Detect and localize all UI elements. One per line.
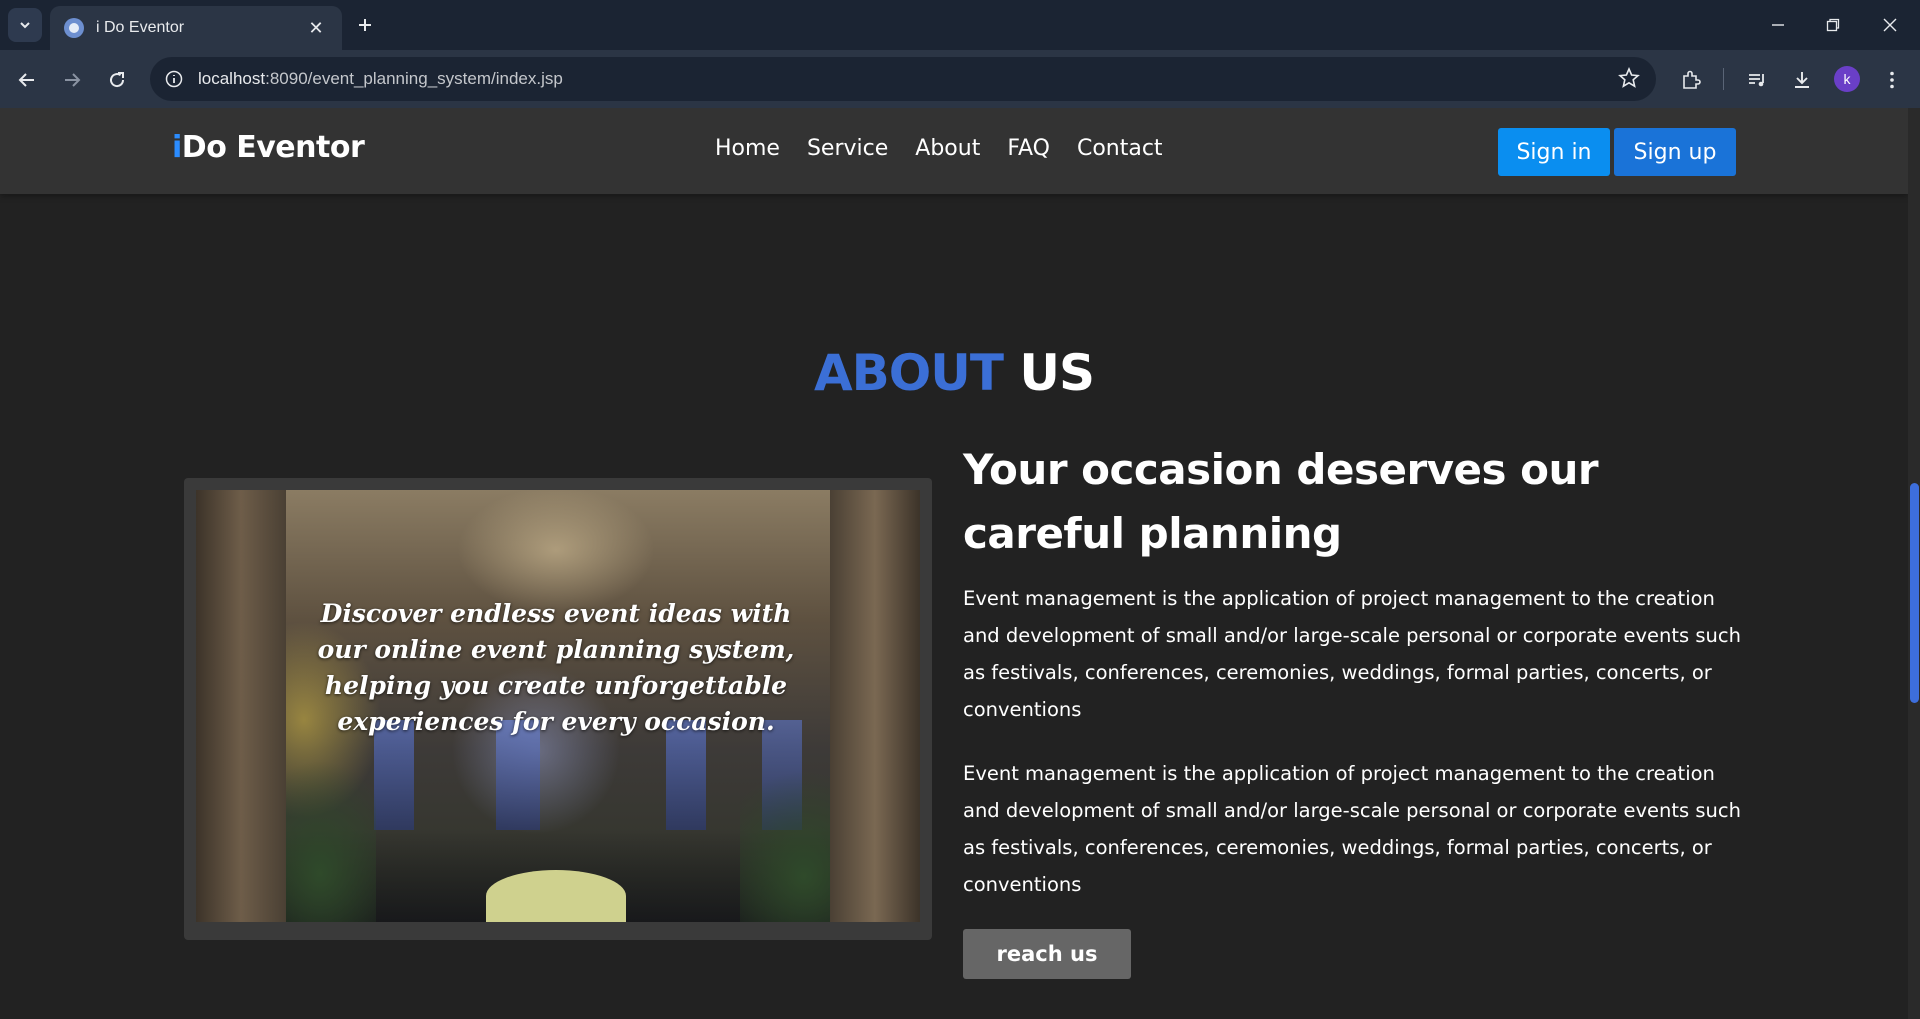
- tab-title: i Do Eventor: [96, 19, 185, 36]
- more-menu-icon[interactable]: [1878, 66, 1906, 94]
- site-header: iDo Eventor Home Service About FAQ Conta…: [0, 108, 1908, 194]
- tab-search-button[interactable]: [8, 8, 42, 42]
- about-heading-rest: US: [1019, 344, 1095, 402]
- nav-link-contact[interactable]: Contact: [1077, 136, 1163, 161]
- forward-button[interactable]: [57, 65, 87, 95]
- close-window-button[interactable]: [1870, 10, 1910, 40]
- sign-up-button[interactable]: Sign up: [1614, 128, 1736, 176]
- about-heading: ABOUT US: [0, 344, 1908, 402]
- url-host: localhost: [198, 69, 266, 88]
- browser-tab[interactable]: i Do Eventor ✕: [50, 6, 342, 50]
- browser-tab-bar: i Do Eventor ✕: [0, 0, 1920, 50]
- plus-icon: [359, 19, 371, 31]
- favicon-icon: [64, 18, 84, 38]
- page-viewport: iDo Eventor Home Service About FAQ Conta…: [0, 108, 1920, 1019]
- extensions-icon[interactable]: [1677, 66, 1705, 94]
- event-hall-photo: Discover endless event ideas with our on…: [196, 490, 920, 922]
- tab-close-button[interactable]: ✕: [304, 18, 328, 39]
- close-icon: [1883, 18, 1897, 32]
- logo-text: Do Eventor: [181, 130, 365, 165]
- main-nav: Home Service About FAQ Contact: [715, 136, 1190, 161]
- minimize-button[interactable]: [1758, 10, 1798, 40]
- restore-icon: [1826, 18, 1840, 32]
- about-image-frame: Discover endless event ideas with our on…: [184, 478, 932, 940]
- reload-icon: [110, 72, 125, 88]
- about-paragraph-2: Event management is the application of p…: [963, 762, 1741, 896]
- sign-in-button[interactable]: Sign in: [1498, 128, 1610, 176]
- minimize-icon: [1772, 24, 1784, 26]
- media-controls-icon[interactable]: [1743, 66, 1771, 94]
- about-title: Your occasion deserves our careful plann…: [963, 445, 1599, 558]
- nav-link-home[interactable]: Home: [715, 136, 780, 161]
- photo-curtain-left: [196, 490, 286, 922]
- address-bar[interactable]: localhost:8090/event_planning_system/ind…: [150, 57, 1656, 101]
- about-heading-highlight: ABOUT: [813, 344, 1004, 402]
- restore-button[interactable]: [1813, 10, 1853, 40]
- download-icon[interactable]: [1788, 66, 1816, 94]
- bookmark-star-icon[interactable]: [1618, 66, 1642, 91]
- chevron-down-icon: [20, 22, 30, 29]
- photo-curtain-right: [830, 490, 920, 922]
- url-text: localhost:8090/event_planning_system/ind…: [198, 69, 563, 89]
- arrow-right-icon: [65, 73, 81, 87]
- back-button[interactable]: [12, 65, 42, 95]
- nav-link-about[interactable]: About: [915, 136, 980, 161]
- page-scrollbar[interactable]: [1908, 108, 1920, 1019]
- nav-link-service[interactable]: Service: [807, 136, 888, 161]
- reload-button[interactable]: [102, 65, 132, 95]
- url-path: :8090/event_planning_system/index.jsp: [265, 69, 563, 88]
- photo-table: [486, 870, 626, 922]
- nav-link-faq[interactable]: FAQ: [1007, 136, 1050, 161]
- profile-avatar[interactable]: k: [1834, 66, 1860, 92]
- reach-us-button[interactable]: reach us: [963, 929, 1131, 979]
- new-tab-button[interactable]: [352, 12, 378, 38]
- image-caption: Discover endless event ideas with our on…: [317, 599, 795, 736]
- scrollbar-thumb[interactable]: [1910, 483, 1919, 703]
- site-logo[interactable]: iDo Eventor: [172, 130, 365, 165]
- logo-i: i: [172, 130, 182, 165]
- toolbar-divider: [1723, 68, 1724, 90]
- browser-toolbar: localhost:8090/event_planning_system/ind…: [0, 50, 1920, 108]
- site-info-icon[interactable]: [162, 67, 186, 91]
- arrow-left-icon: [18, 73, 34, 87]
- about-paragraph-1: Event management is the application of p…: [963, 587, 1741, 721]
